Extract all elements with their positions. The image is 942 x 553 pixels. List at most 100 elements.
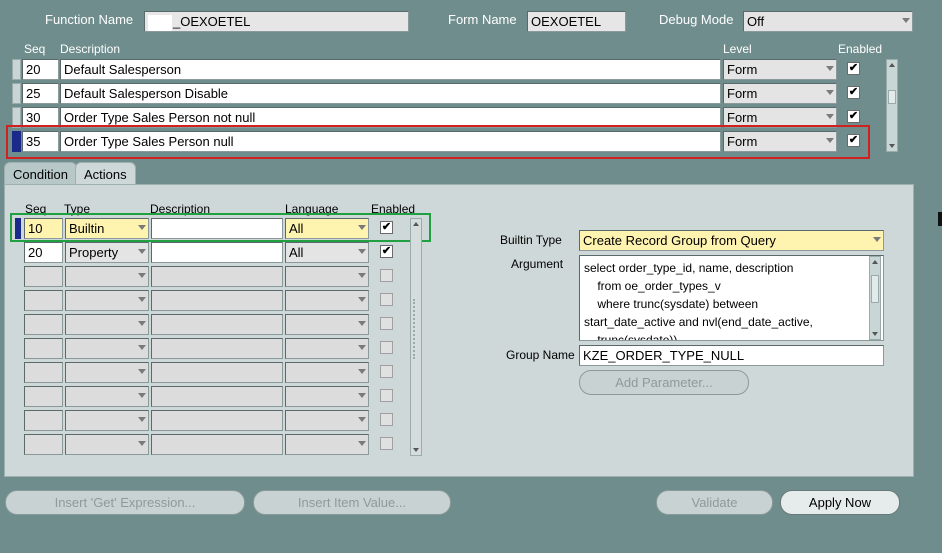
- action-enabled-checkbox-empty[interactable]: [380, 317, 393, 330]
- action-seq-field-empty[interactable]: [24, 338, 63, 359]
- rule-level-value: Form: [727, 110, 758, 125]
- argument-line: start_date_active and nvl(end_date_activ…: [584, 315, 813, 329]
- window-edge: [938, 212, 942, 226]
- rules-col-enabled: Enabled: [838, 42, 883, 56]
- action-description-field-empty[interactable]: [151, 314, 283, 335]
- action-language-select-empty[interactable]: [285, 434, 369, 455]
- rule-row-marker[interactable]: [12, 83, 21, 104]
- rule-level-select[interactable]: Form: [723, 83, 837, 104]
- rule-description-field[interactable]: Default Salesperson: [60, 59, 721, 80]
- action-enabled-checkbox-empty[interactable]: [380, 365, 393, 378]
- action-type-select-empty[interactable]: [65, 314, 149, 335]
- rule-level-select[interactable]: Form: [723, 59, 837, 80]
- rule-row-marker[interactable]: [12, 59, 21, 80]
- scroll-down-icon[interactable]: [413, 448, 419, 452]
- apply-now-button[interactable]: Apply Now: [780, 490, 900, 515]
- form-name-field[interactable]: OEXOETEL: [527, 11, 626, 32]
- tab-condition[interactable]: Condition: [4, 162, 77, 186]
- rule-enabled-checkbox[interactable]: ✔: [847, 62, 860, 75]
- scroll-thumb[interactable]: [888, 90, 896, 104]
- group-name-label: Group Name: [506, 348, 575, 362]
- chevron-down-icon: [358, 345, 366, 350]
- action-language-select-empty[interactable]: [285, 410, 369, 431]
- validate-button[interactable]: Validate: [656, 490, 773, 515]
- builtin-type-select[interactable]: Create Record Group from Query: [579, 230, 884, 251]
- action-seq-field-empty[interactable]: [24, 362, 63, 383]
- action-seq-field-empty[interactable]: [24, 314, 63, 335]
- action-description-field-empty[interactable]: [151, 338, 283, 359]
- action-language-select-empty[interactable]: [285, 314, 369, 335]
- action-type-select-empty[interactable]: [65, 410, 149, 431]
- action-description-field-empty[interactable]: [151, 266, 283, 287]
- chevron-down-icon: [358, 441, 366, 446]
- action-seq-field-empty[interactable]: [24, 434, 63, 455]
- action-seq-field-empty[interactable]: [24, 266, 63, 287]
- rules-col-description: Description: [60, 42, 121, 56]
- action-enabled-checkbox-empty[interactable]: [380, 413, 393, 426]
- scroll-down-icon[interactable]: [889, 144, 895, 148]
- chevron-down-icon: [358, 393, 366, 398]
- action-seq-field[interactable]: 20: [24, 242, 63, 263]
- action-seq-field-empty[interactable]: [24, 386, 63, 407]
- argument-scrollbar[interactable]: [869, 256, 881, 340]
- form-name-label: Form Name: [448, 12, 517, 27]
- argument-line: select order_type_id, name, description: [584, 261, 794, 275]
- builtin-type-label: Builtin Type: [500, 233, 562, 247]
- insert-item-value-button[interactable]: Insert Item Value...: [253, 490, 451, 515]
- action-language-select[interactable]: All: [285, 242, 369, 263]
- action-language-select-empty[interactable]: [285, 266, 369, 287]
- argument-textarea[interactable]: select order_type_id, name, description …: [579, 255, 884, 341]
- actions-scrollbar[interactable]: [410, 218, 422, 456]
- function-name-field[interactable]: _OEXOETEL: [144, 11, 409, 32]
- action-type-select[interactable]: Property: [65, 242, 149, 263]
- scroll-up-icon[interactable]: [889, 63, 895, 67]
- rule-seq-field[interactable]: 20: [22, 59, 59, 80]
- action-language-select-empty[interactable]: [285, 290, 369, 311]
- group-name-field[interactable]: KZE_ORDER_TYPE_NULL: [579, 345, 884, 366]
- action-enabled-checkbox-empty[interactable]: [380, 437, 393, 450]
- scroll-thumb[interactable]: [871, 275, 879, 303]
- builtin-type-value: Create Record Group from Query: [583, 233, 776, 248]
- action-enabled-checkbox[interactable]: ✔: [380, 245, 393, 258]
- tab-actions[interactable]: Actions: [75, 162, 136, 186]
- scroll-up-icon[interactable]: [872, 260, 878, 264]
- debug-mode-select[interactable]: Off: [743, 11, 913, 32]
- action-type-select-empty[interactable]: [65, 362, 149, 383]
- insert-get-expression-button[interactable]: Insert 'Get' Expression...: [5, 490, 245, 515]
- rule-enabled-checkbox[interactable]: ✔: [847, 110, 860, 123]
- add-parameter-button[interactable]: Add Parameter...: [579, 370, 749, 395]
- action-type-select-empty[interactable]: [65, 266, 149, 287]
- action-type-select-empty[interactable]: [65, 434, 149, 455]
- rule-enabled-checkbox[interactable]: ✔: [847, 86, 860, 99]
- chevron-down-icon: [826, 90, 834, 95]
- rules-scrollbar[interactable]: [886, 59, 898, 152]
- chevron-down-icon: [138, 393, 146, 398]
- action-type-select-empty[interactable]: [65, 386, 149, 407]
- action-enabled-checkbox-empty[interactable]: [380, 389, 393, 402]
- action-enabled-checkbox-empty[interactable]: [380, 293, 393, 306]
- action-enabled-checkbox-empty[interactable]: [380, 269, 393, 282]
- action-type-select-empty[interactable]: [65, 338, 149, 359]
- action-seq-field-empty[interactable]: [24, 290, 63, 311]
- action-description-field-empty[interactable]: [151, 434, 283, 455]
- chevron-down-icon: [358, 417, 366, 422]
- action-type-value: Property: [69, 245, 119, 260]
- action-enabled-checkbox-empty[interactable]: [380, 341, 393, 354]
- chevron-down-icon: [138, 369, 146, 374]
- chevron-down-icon: [358, 249, 366, 254]
- rule-description-field[interactable]: Default Salesperson Disable: [60, 83, 721, 104]
- action-description-field-empty[interactable]: [151, 410, 283, 431]
- action-language-select-empty[interactable]: [285, 386, 369, 407]
- rules-col-level: Level: [723, 42, 752, 56]
- scroll-up-icon[interactable]: [413, 222, 419, 226]
- rule-seq-field[interactable]: 25: [22, 83, 59, 104]
- scroll-down-icon[interactable]: [872, 332, 878, 336]
- action-type-select-empty[interactable]: [65, 290, 149, 311]
- action-description-field-empty[interactable]: [151, 290, 283, 311]
- action-description-field-empty[interactable]: [151, 362, 283, 383]
- action-description-field[interactable]: [151, 242, 283, 263]
- action-language-select-empty[interactable]: [285, 362, 369, 383]
- action-description-field-empty[interactable]: [151, 386, 283, 407]
- action-seq-field-empty[interactable]: [24, 410, 63, 431]
- action-language-select-empty[interactable]: [285, 338, 369, 359]
